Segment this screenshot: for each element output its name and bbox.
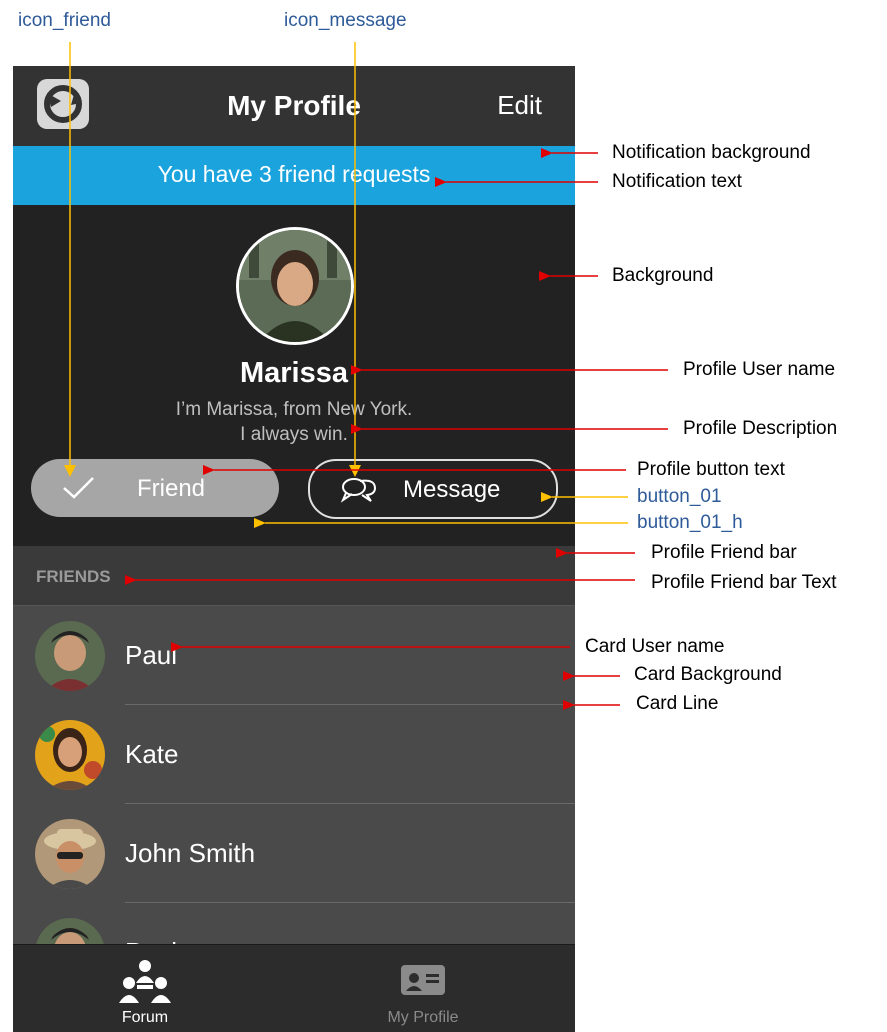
friend-button[interactable]: Friend bbox=[31, 459, 279, 517]
annotation-profile-description: Profile Description bbox=[683, 418, 838, 439]
profile-description-line-2: I always win. bbox=[240, 424, 348, 445]
friend-name: John Smith bbox=[125, 838, 256, 868]
notification-text: You have 3 friend requests bbox=[157, 161, 431, 187]
profile-avatar bbox=[236, 227, 354, 345]
chat-bubbles-icon bbox=[340, 475, 378, 508]
check-icon bbox=[61, 475, 97, 506]
annotation-profile-friend-bar: Profile Friend bar bbox=[651, 542, 797, 563]
annotation-card-background: Card Background bbox=[634, 664, 782, 685]
edit-button[interactable]: Edit bbox=[497, 90, 542, 121]
friend-card[interactable]: John Smith bbox=[13, 804, 575, 903]
profile-section: Marissa I’m Marissa, from New York. I al… bbox=[13, 205, 575, 546]
annotation-icon-friend: icon_friend bbox=[18, 10, 111, 31]
profile-user-name: Marissa bbox=[239, 357, 348, 389]
friend-button-label: Friend bbox=[137, 475, 206, 502]
annotation-background: Background bbox=[612, 265, 714, 286]
message-button-label: Message bbox=[403, 476, 501, 503]
forum-people-icon bbox=[119, 959, 171, 1010]
profile-description: I’m Marissa, from New York. I always win… bbox=[13, 397, 575, 447]
friend-name: Kate bbox=[125, 739, 179, 769]
annotation-card-user-name: Card User name bbox=[585, 636, 725, 657]
friend-avatar bbox=[35, 621, 105, 691]
annotation-profile-friend-bar-text: Profile Friend bar Text bbox=[651, 572, 837, 593]
friend-card[interactable]: Paul bbox=[13, 606, 575, 705]
page-title: My Profile bbox=[227, 90, 361, 121]
profile-description-line-1: I’m Marissa, from New York. bbox=[175, 399, 413, 420]
friends-bar: FRIENDS bbox=[13, 546, 575, 606]
annotation-button-01-h: button_01_h bbox=[637, 512, 743, 533]
notification-banner[interactable]: You have 3 friend requests bbox=[13, 146, 575, 205]
message-button[interactable]: Message bbox=[308, 459, 558, 519]
friend-card[interactable]: Kate bbox=[13, 705, 575, 804]
tab-my-profile[interactable]: My Profile bbox=[371, 945, 475, 1032]
tab-forum[interactable]: Forum bbox=[93, 945, 197, 1032]
id-card-icon bbox=[401, 965, 445, 1000]
annotation-profile-user-name: Profile User name bbox=[683, 359, 836, 380]
annotation-icon-message: icon_message bbox=[284, 10, 407, 31]
annotation-button-01: button_01 bbox=[637, 486, 722, 507]
annotation-profile-button-text: Profile button text bbox=[637, 459, 785, 480]
tab-bar: Forum My Profile bbox=[13, 944, 575, 1032]
friend-avatar bbox=[35, 720, 105, 790]
friend-avatar bbox=[35, 819, 105, 889]
top-bar: My Profile Edit bbox=[13, 66, 575, 146]
tab-my-profile-label: My Profile bbox=[387, 1009, 459, 1026]
friends-bar-text: FRIENDS bbox=[36, 567, 111, 586]
annotation-notification-text: Notification text bbox=[612, 171, 742, 192]
annotation-card-line: Card Line bbox=[636, 693, 719, 714]
tab-forum-label: Forum bbox=[121, 1009, 169, 1026]
annotation-notification-background: Notification background bbox=[612, 142, 811, 163]
friend-name: Paul bbox=[125, 640, 178, 670]
phone-screen: My Profile Edit You have 3 friend reques… bbox=[13, 66, 575, 1032]
